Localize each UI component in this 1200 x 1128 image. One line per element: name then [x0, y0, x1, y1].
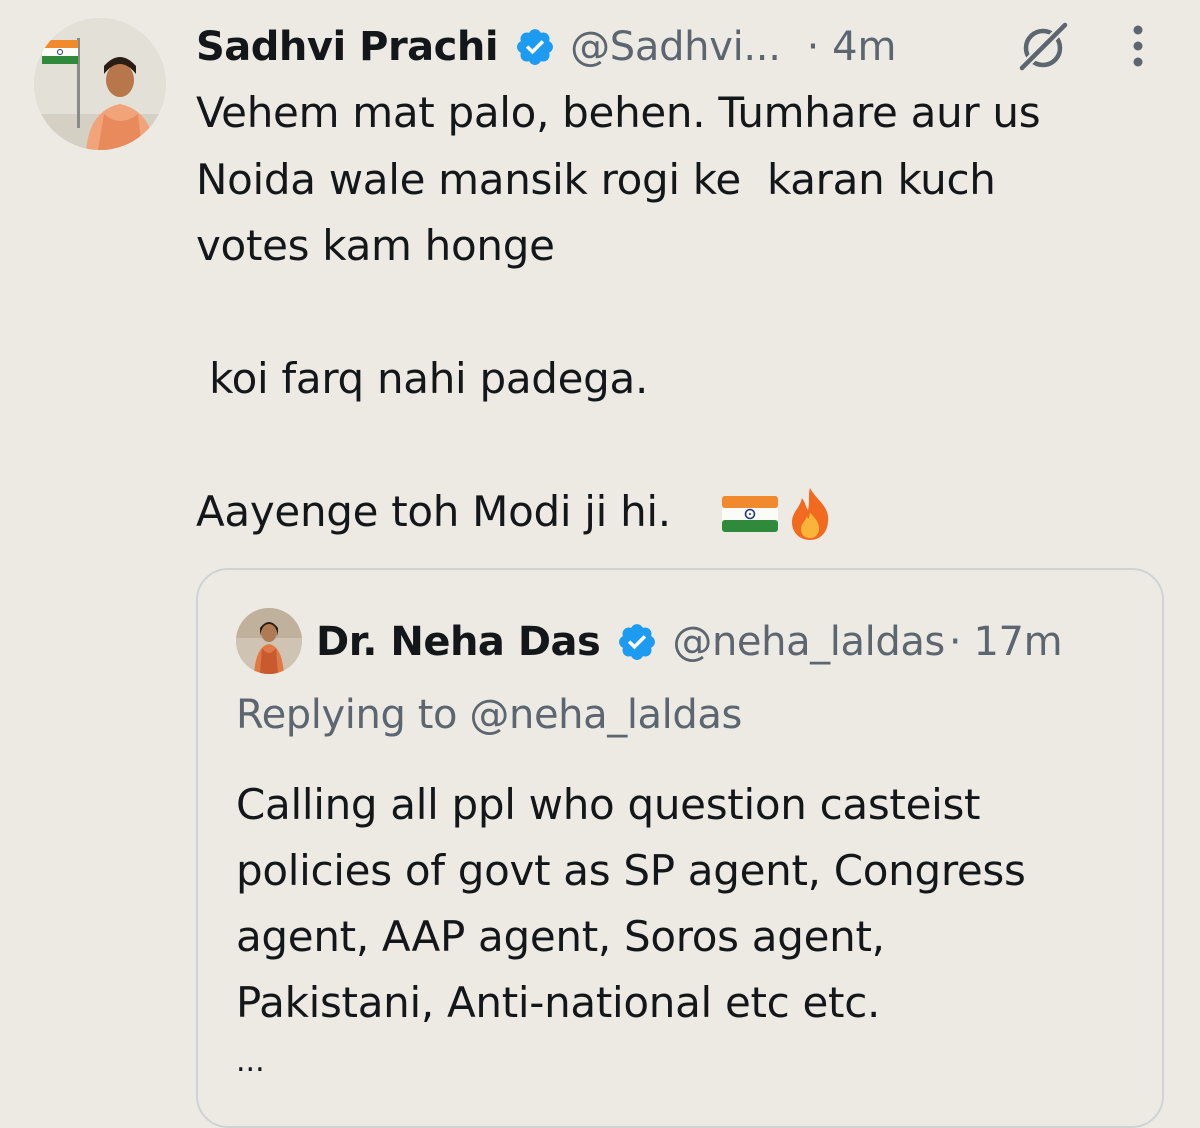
quoted-tweet-header: Dr. Neha Das @neha_laldas · 17m [316, 614, 1063, 670]
replying-to-label: Replying to @neha_laldas [236, 692, 742, 738]
tweet-timestamp[interactable]: · 4m [807, 24, 897, 70]
tweet-emojis [720, 486, 834, 542]
more-vertical-icon[interactable] [1130, 24, 1146, 68]
quoted-tweet-truncation: ... [236, 1044, 265, 1079]
verified-badge-icon [517, 29, 553, 65]
author-display-name[interactable]: Sadhvi Prachi [196, 24, 499, 70]
avatar-image [34, 18, 166, 150]
tweet[interactable]: Sadhvi Prachi @Sadhvi... · 4m Vehem mat … [0, 0, 1200, 1128]
quoted-author-handle[interactable]: @neha_laldas [672, 619, 945, 665]
fire-icon [792, 488, 829, 540]
quoted-author-display-name[interactable]: Dr. Neha Das [316, 619, 601, 665]
author-handle[interactable]: @Sadhvi... [570, 24, 781, 70]
tweet-text: Vehem mat palo, behen. Tumhare aur us No… [196, 88, 1041, 536]
quoted-tweet-card[interactable]: Dr. Neha Das @neha_laldas · 17m Replying… [196, 568, 1164, 1128]
quoted-tweet-timestamp[interactable]: · 17m [949, 619, 1063, 665]
quoted-verified-badge-icon [619, 624, 656, 660]
tweet-header: Sadhvi Prachi @Sadhvi... · 4m [196, 18, 896, 76]
grok-icon[interactable] [1014, 20, 1072, 74]
india-flag-icon [722, 496, 778, 532]
quoted-author-avatar[interactable] [236, 608, 302, 674]
quoted-avatar-image [236, 608, 302, 674]
quoted-tweet-text: Calling all ppl who question casteist po… [236, 780, 1026, 1027]
author-avatar[interactable] [34, 18, 166, 150]
